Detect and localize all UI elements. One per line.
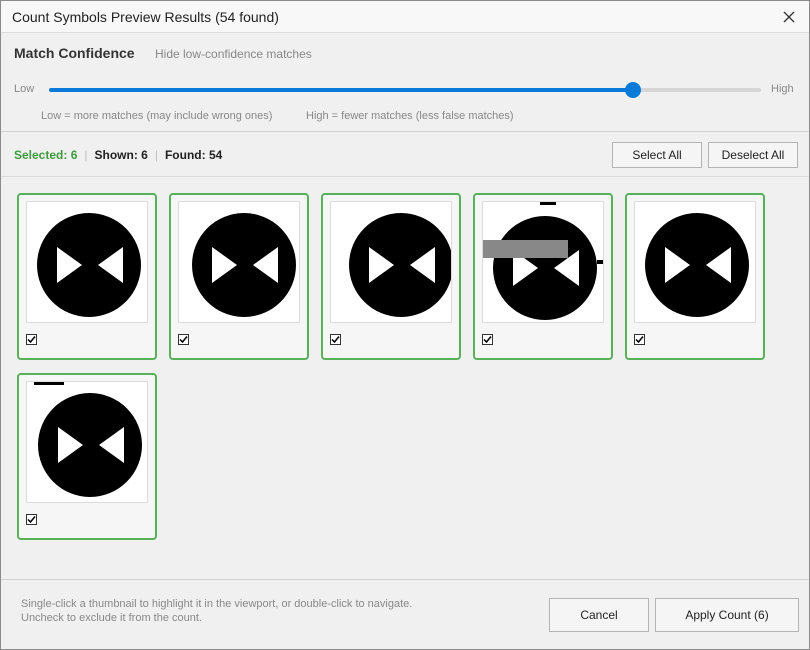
include-checkbox[interactable] <box>634 334 645 345</box>
check-icon <box>27 336 36 344</box>
symbol-thumbnail <box>330 201 452 323</box>
symbol-image <box>483 202 603 320</box>
stat-divider: | <box>154 148 158 162</box>
dialog-footer: Single-click a thumbnail to highlight it… <box>1 579 809 649</box>
include-checkbox[interactable] <box>26 514 37 525</box>
dialog-title: Count Symbols Preview Results (54 found) <box>12 9 279 25</box>
thumbnail-card[interactable] <box>169 193 309 360</box>
slider-hint-low: Low = more matches (may include wrong on… <box>41 110 273 122</box>
close-button[interactable] <box>777 5 801 29</box>
include-checkbox[interactable] <box>330 334 341 345</box>
footer-hint-line: Uncheck to exclude it from the count. <box>21 612 202 624</box>
check-icon <box>331 336 340 344</box>
found-count: Found: 54 <box>164 148 223 162</box>
cancel-button[interactable]: Cancel <box>549 598 649 632</box>
check-icon <box>483 336 492 344</box>
apply-count-button[interactable]: Apply Count (6) <box>655 598 799 632</box>
thumbnail-card[interactable] <box>473 193 613 360</box>
symbol-image <box>645 213 749 317</box>
thumbnail-card[interactable] <box>17 373 157 540</box>
symbol-thumbnail <box>178 201 300 323</box>
include-checkbox[interactable] <box>26 334 37 345</box>
thumbnail-grid <box>1 178 809 579</box>
confidence-slider[interactable] <box>49 82 761 98</box>
slider-high-label: High <box>771 83 794 95</box>
slider-thumb[interactable] <box>624 82 641 98</box>
thumbnail-card[interactable] <box>321 193 461 360</box>
match-confidence-subtitle: Hide low-confidence matches <box>155 47 312 61</box>
dialog-window: Count Symbols Preview Results (54 found)… <box>0 0 810 650</box>
slider-low-label: Low <box>14 83 35 95</box>
shown-count: Shown: 6 <box>94 148 148 162</box>
thumbnail-card[interactable] <box>17 193 157 360</box>
match-confidence-section: Match Confidence Hide low-confidence mat… <box>1 33 809 132</box>
check-icon <box>179 336 188 344</box>
symbol-thumbnail <box>482 201 604 323</box>
title-bar: Count Symbols Preview Results (54 found) <box>1 1 809 33</box>
stat-divider: | <box>84 148 88 162</box>
include-checkbox[interactable] <box>482 334 493 345</box>
deselect-all-button[interactable]: Deselect All <box>708 142 798 168</box>
match-confidence-title: Match Confidence <box>14 45 135 61</box>
check-icon <box>635 336 644 344</box>
select-all-button[interactable]: Select All <box>612 142 702 168</box>
close-icon <box>783 11 795 23</box>
footer-hint: Single-click a thumbnail to highlight it… <box>21 597 412 625</box>
slider-hint-high: High = fewer matches (less false matches… <box>306 110 514 122</box>
symbol-image <box>37 213 141 317</box>
symbol-thumbnail <box>26 381 148 503</box>
selection-stats: Selected: 6 | Shown: 6 | Found: 54 <box>14 148 222 162</box>
selected-count: Selected: 6 <box>14 148 78 162</box>
slider-fill <box>49 88 633 92</box>
symbol-thumbnail <box>634 201 756 323</box>
thumbnail-card[interactable] <box>625 193 765 360</box>
symbol-image <box>192 213 296 317</box>
check-icon <box>27 516 36 524</box>
selection-status-bar: Selected: 6 | Shown: 6 | Found: 54 Selec… <box>1 133 809 177</box>
symbol-image <box>34 382 142 497</box>
symbol-thumbnail <box>26 201 148 323</box>
symbol-image <box>349 213 451 317</box>
footer-hint-line: Single-click a thumbnail to highlight it… <box>21 598 413 610</box>
include-checkbox[interactable] <box>178 334 189 345</box>
